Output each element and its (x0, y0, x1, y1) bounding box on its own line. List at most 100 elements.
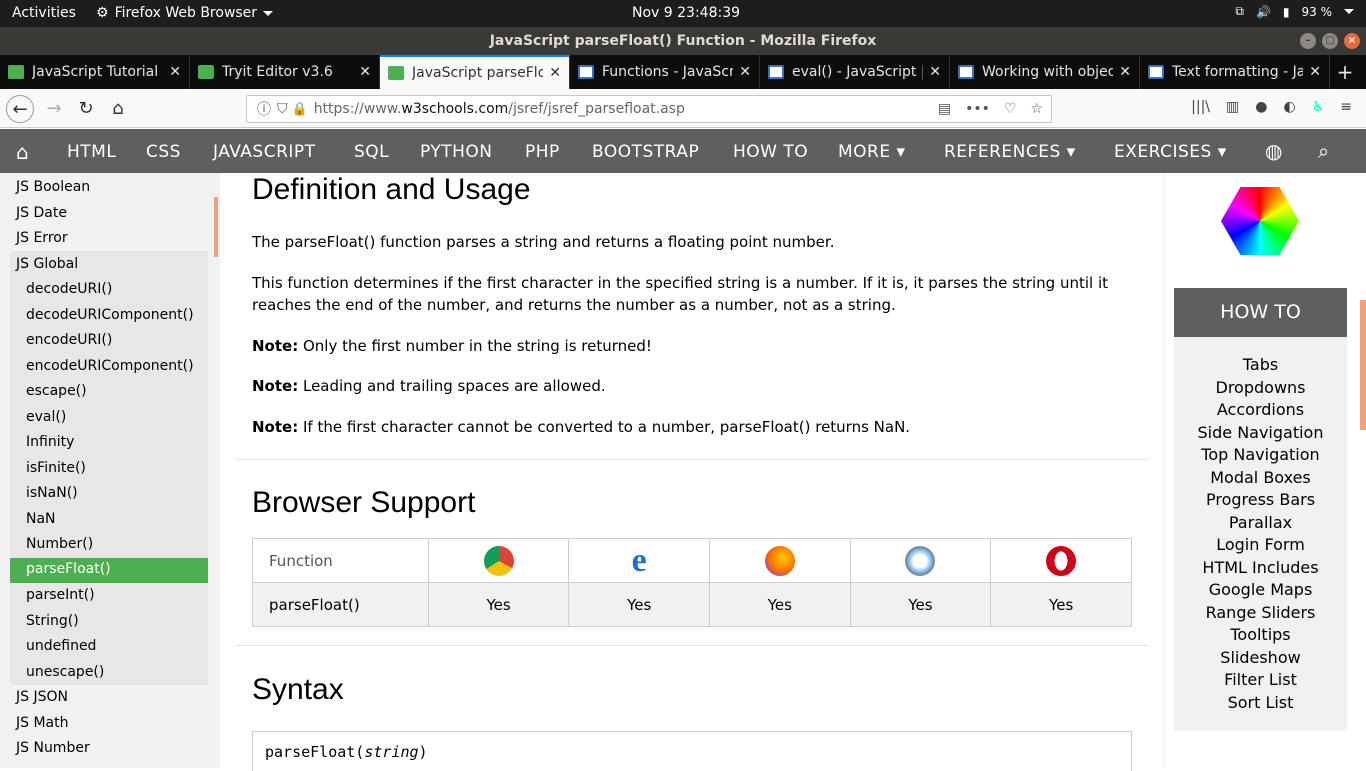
scroll-indicator[interactable] (214, 197, 218, 257)
nav-javascript[interactable]: JAVASCRIPT (213, 142, 316, 162)
howto-link-sort-list[interactable]: Sort List (1174, 693, 1347, 712)
home-icon[interactable]: ⌂ (16, 140, 29, 164)
forward-button[interactable]: → (40, 95, 68, 123)
sidebar-item-isnan[interactable]: isNaN() (26, 485, 78, 501)
definition-heading: Definition and Usage (252, 173, 531, 206)
sidebar-item-number[interactable]: Number() (26, 536, 93, 552)
tab-text-formatting[interactable]: Text formatting - Ja ✕ (1140, 55, 1330, 89)
clock[interactable]: Nov 9 23:48:39 (632, 5, 740, 21)
nav-how-to[interactable]: HOW TO (733, 142, 808, 162)
close-tab-icon[interactable]: ✕ (929, 64, 941, 80)
page-scrollbar[interactable] (1360, 300, 1366, 430)
bookmark-star-icon[interactable]: ☆ (1030, 101, 1043, 117)
sidebar-item-undefined[interactable]: undefined (26, 638, 96, 654)
nav-php[interactable]: PHP (525, 142, 560, 162)
howto-link-html-includes[interactable]: HTML Includes (1174, 558, 1347, 577)
sidebar-item-js-date[interactable]: JS Date (16, 205, 67, 221)
howto-link-top-navigation[interactable]: Top Navigation (1174, 445, 1347, 464)
app-menu[interactable]: ⚙ Firefox Web Browser (96, 5, 274, 21)
nav-references[interactable]: REFERENCES ▾ (944, 142, 1076, 162)
howto-link-filter-list[interactable]: Filter List (1174, 670, 1347, 689)
sidebar-item-js-boolean[interactable]: JS Boolean (16, 179, 90, 195)
sidebar-item-isfinite[interactable]: isFinite() (26, 460, 86, 476)
tab-javascript-tutorial[interactable]: JavaScript Tutorial ✕ (0, 55, 190, 89)
back-button[interactable]: ← (6, 95, 34, 123)
page-actions-icon[interactable]: ••• (965, 101, 990, 117)
close-tab-icon[interactable]: ✕ (739, 64, 751, 80)
nav-css[interactable]: CSS (146, 142, 181, 162)
howto-link-progress-bars[interactable]: Progress Bars (1174, 490, 1347, 509)
url-bar[interactable]: ⓘ ⛉ 🔒 https://www.w3schools.com/jsref/js… (246, 95, 1052, 123)
close-tab-icon[interactable]: ✕ (169, 64, 181, 80)
pocket-icon[interactable]: ♡ (1004, 101, 1017, 117)
reader-view-icon[interactable]: ▤ (938, 101, 951, 117)
tab-parsefloat[interactable]: JavaScript parseFlo ✕ (380, 55, 570, 89)
sidebar-item-js-error[interactable]: JS Error (16, 230, 68, 246)
howto-link-dropdowns[interactable]: Dropdowns (1174, 378, 1347, 397)
sidebar-item-decodeuricomponent[interactable]: decodeURIComponent() (26, 307, 194, 323)
minimize-button[interactable]: – (1300, 33, 1316, 49)
howto-link-range-sliders[interactable]: Range Sliders (1174, 603, 1347, 622)
new-tab-button[interactable]: + (1330, 55, 1360, 89)
sidebar-item-js-math[interactable]: JS Math (16, 715, 69, 731)
tab-eval-mdn[interactable]: eval() - JavaScript | ✕ (760, 55, 950, 89)
sidebar-item-parsefloat[interactable]: parseFloat() (10, 558, 208, 583)
sidebar-item-encodeuri[interactable]: encodeURI() (26, 332, 112, 348)
nav-python[interactable]: PYTHON (420, 142, 493, 162)
extension-icon[interactable]: ◐ (1283, 99, 1295, 115)
howto-link-google-maps[interactable]: Google Maps (1174, 580, 1347, 599)
how-to-heading: HOW TO (1174, 288, 1347, 337)
tab-working-with-objects[interactable]: Working with objec ✕ (950, 55, 1140, 89)
sidebar-item-js-json[interactable]: JS JSON (16, 689, 68, 705)
close-tab-icon[interactable]: ✕ (359, 64, 371, 80)
nav-bootstrap[interactable]: BOOTSTRAP (592, 142, 699, 162)
system-top-bar: Activities ⚙ Firefox Web Browser Nov 9 2… (0, 0, 1366, 27)
account-icon[interactable]: ● (1255, 99, 1267, 115)
sidebar-toggle-icon[interactable]: ▥ (1226, 99, 1239, 115)
activities-button[interactable]: Activities (12, 5, 76, 21)
nav-sql[interactable]: SQL (354, 142, 389, 162)
sidebar-item-string[interactable]: String() (26, 613, 79, 629)
sidebar-item-parseint[interactable]: parseInt() (26, 587, 95, 603)
menu-hamburger-icon[interactable]: ≡ (1340, 99, 1352, 115)
howto-link-slideshow[interactable]: Slideshow (1174, 648, 1347, 667)
reload-button[interactable]: ↻ (72, 95, 100, 123)
howto-link-login-form[interactable]: Login Form (1174, 535, 1347, 554)
sidebar-item-encodeuricomponent[interactable]: encodeURIComponent() (26, 358, 194, 374)
sidebar-item-escape[interactable]: escape() (26, 383, 87, 399)
tracking-shield-icon[interactable]: ⛉ (277, 101, 288, 117)
close-tab-icon[interactable]: ✕ (549, 65, 561, 81)
sidebar-item-unescape[interactable]: unescape() (26, 664, 104, 680)
close-window-button[interactable]: × (1344, 33, 1360, 49)
system-tray[interactable]: ⧉ 🔊 ▮ 93 % (1235, 4, 1354, 19)
close-tab-icon[interactable]: ✕ (1309, 64, 1321, 80)
nav-exercises[interactable]: EXERCISES ▾ (1114, 142, 1227, 162)
howto-link-accordions[interactable]: Accordions (1174, 400, 1347, 419)
table-cell-firefox-yes: Yes (709, 582, 851, 627)
home-button[interactable]: ⌂ (104, 95, 132, 123)
extension-accessibility-icon[interactable]: ♿ (1312, 99, 1325, 115)
howto-link-tooltips[interactable]: Tooltips (1174, 625, 1347, 644)
howto-link-tabs[interactable]: Tabs (1174, 355, 1347, 374)
sidebar-item-infinity[interactable]: Infinity (26, 434, 74, 450)
globe-icon[interactable]: ◍ (1265, 139, 1283, 163)
howto-link-modal-boxes[interactable]: Modal Boxes (1174, 468, 1347, 487)
color-hexagon-logo[interactable] (1221, 187, 1299, 255)
sidebar-item-js-number[interactable]: JS Number (16, 740, 90, 756)
tab-functions-mdn[interactable]: Functions - JavaScr ✕ (570, 55, 760, 89)
maximize-button[interactable]: □ (1322, 33, 1338, 49)
close-tab-icon[interactable]: ✕ (1119, 64, 1131, 80)
sidebar-item-eval[interactable]: eval() (26, 409, 66, 425)
sidebar-item-decodeuri[interactable]: decodeURI() (26, 281, 112, 297)
nav-html[interactable]: HTML (67, 142, 116, 162)
info-icon[interactable]: ⓘ (257, 99, 271, 119)
library-icon[interactable]: |||\ (1191, 99, 1210, 115)
sidebar-item-js-global[interactable]: JS Global (16, 256, 78, 272)
howto-link-side-navigation[interactable]: Side Navigation (1174, 423, 1347, 442)
tab-tryit-editor[interactable]: Tryit Editor v3.6 ✕ (190, 55, 380, 89)
nav-more[interactable]: MORE ▾ (838, 142, 906, 162)
table-cell-chrome-yes: Yes (427, 582, 570, 627)
howto-link-parallax[interactable]: Parallax (1174, 513, 1347, 532)
sidebar-item-nan[interactable]: NaN (26, 511, 56, 527)
search-icon[interactable]: ⌕ (1318, 139, 1330, 163)
